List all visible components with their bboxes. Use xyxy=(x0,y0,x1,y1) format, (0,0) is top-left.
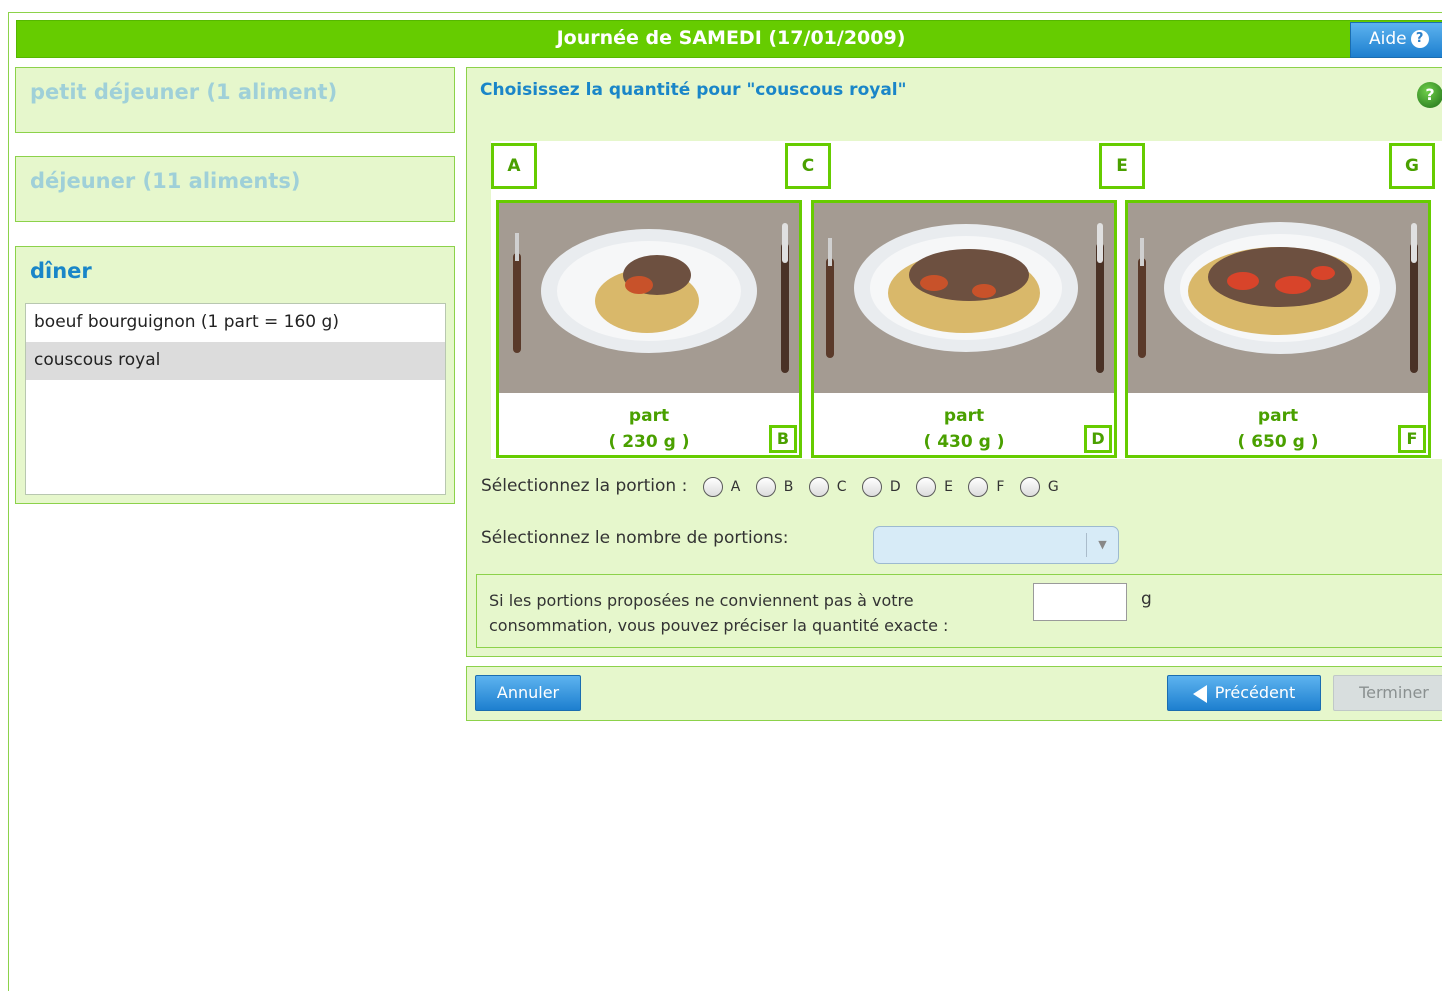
radio-icon[interactable] xyxy=(968,477,989,497)
button-bar: Annuler Précédent Terminer xyxy=(466,666,1442,721)
portion-label: part xyxy=(628,406,670,426)
meal-title-lunch[interactable]: déjeuner (11 aliments) xyxy=(30,169,300,193)
portion-letter-c[interactable]: C xyxy=(785,143,831,189)
exact-quantity-unit: g xyxy=(1141,589,1152,609)
radio-icon[interactable] xyxy=(1019,477,1040,497)
portion-count-label: Sélectionnez le nombre de portions: xyxy=(481,528,789,548)
portion-photo-2[interactable]: part ( 430 g ) D xyxy=(811,200,1117,458)
portion-selector: Sélectionnez la portion : A B C D E F G xyxy=(481,476,1059,497)
portion-selector-label: Sélectionnez la portion : xyxy=(481,476,688,496)
portion-radio-e[interactable]: E xyxy=(916,477,953,497)
page-title: Journée de SAMEDI (17/01/2009) xyxy=(556,27,906,49)
portion-letter-g[interactable]: G xyxy=(1389,143,1435,189)
portion-radio-a[interactable]: A xyxy=(702,477,740,497)
title-bar: Journée de SAMEDI (17/01/2009) xyxy=(16,20,1442,58)
help-button-label: Aide xyxy=(1369,29,1407,49)
quantity-title: Choisissez la quantité pour "couscous ro… xyxy=(480,80,907,100)
couscous-plate-image xyxy=(499,203,799,393)
food-list: boeuf bourguignon (1 part = 160 g) cousc… xyxy=(25,303,446,495)
portion-count-select[interactable]: ▼ xyxy=(873,526,1119,564)
portion-radio-c[interactable]: C xyxy=(808,477,847,497)
previous-button-label: Précédent xyxy=(1214,683,1296,702)
chevron-down-icon[interactable]: ▼ xyxy=(1086,533,1118,557)
portion-caption: part ( 650 g ) xyxy=(1128,403,1428,455)
exact-quantity-input[interactable] xyxy=(1033,583,1127,621)
portion-label: part xyxy=(943,406,985,426)
arrow-left-icon xyxy=(1192,684,1207,703)
question-icon: ? xyxy=(1410,30,1429,48)
radio-icon[interactable] xyxy=(916,477,937,497)
portion-weight: ( 430 g ) xyxy=(923,432,1005,452)
couscous-plate-image xyxy=(1128,203,1428,393)
portion-radio-d[interactable]: D xyxy=(861,477,901,497)
portion-weight: ( 230 g ) xyxy=(608,432,690,452)
portion-photo-1[interactable]: part ( 230 g ) B xyxy=(496,200,802,458)
food-item[interactable]: boeuf bourguignon (1 part = 160 g) xyxy=(26,304,445,342)
radio-icon[interactable] xyxy=(808,477,829,497)
radio-icon[interactable] xyxy=(861,477,882,497)
meal-title-breakfast[interactable]: petit déjeuner (1 aliment) xyxy=(30,80,337,104)
meal-panel-lunch[interactable]: déjeuner (11 aliments) xyxy=(15,156,455,222)
previous-button[interactable]: Précédent xyxy=(1167,675,1321,711)
radio-icon[interactable] xyxy=(755,477,776,497)
portion-letter-f[interactable]: F xyxy=(1398,425,1426,453)
exact-quantity-text: Si les portions proposées ne conviennent… xyxy=(489,591,949,635)
help-icon[interactable]: ? xyxy=(1417,82,1442,108)
portion-letter-b[interactable]: B xyxy=(769,425,797,453)
portion-photo-3[interactable]: part ( 650 g ) F xyxy=(1125,200,1431,458)
portion-label: part xyxy=(1257,406,1299,426)
portion-weight: ( 650 g ) xyxy=(1237,432,1319,452)
food-item-selected[interactable]: couscous royal xyxy=(26,342,445,380)
portion-letter-e[interactable]: E xyxy=(1099,143,1145,189)
portion-photos: A C E G part (230 g) B part (430 g) … xyxy=(491,141,1442,459)
meal-panel-dinner: dîner boeuf bourguignon (1 part = 160 g)… xyxy=(15,246,455,504)
portion-radio-g[interactable]: G xyxy=(1019,477,1059,497)
portion-radio-f[interactable]: F xyxy=(968,477,1004,497)
exact-quantity-box: Si les portions proposées ne conviennent… xyxy=(476,574,1442,648)
couscous-plate-image xyxy=(814,203,1114,393)
cancel-button[interactable]: Annuler xyxy=(475,675,581,711)
portion-caption: part ( 430 g ) xyxy=(814,403,1114,455)
portion-radio-b[interactable]: B xyxy=(755,477,793,497)
meal-title-dinner[interactable]: dîner xyxy=(30,259,92,283)
portion-caption: part ( 230 g ) xyxy=(499,403,799,455)
meal-panel-breakfast[interactable]: petit déjeuner (1 aliment) xyxy=(15,67,455,133)
quantity-panel: Choisissez la quantité pour "couscous ro… xyxy=(466,67,1442,657)
finish-button[interactable]: Terminer xyxy=(1333,675,1442,711)
portion-letter-d[interactable]: D xyxy=(1084,425,1112,453)
help-button[interactable]: Aide? xyxy=(1350,22,1442,58)
page: Journée de SAMEDI (17/01/2009) Aide? pet… xyxy=(0,0,1442,991)
radio-icon[interactable] xyxy=(702,477,723,497)
portion-letter-a[interactable]: A xyxy=(491,143,537,189)
